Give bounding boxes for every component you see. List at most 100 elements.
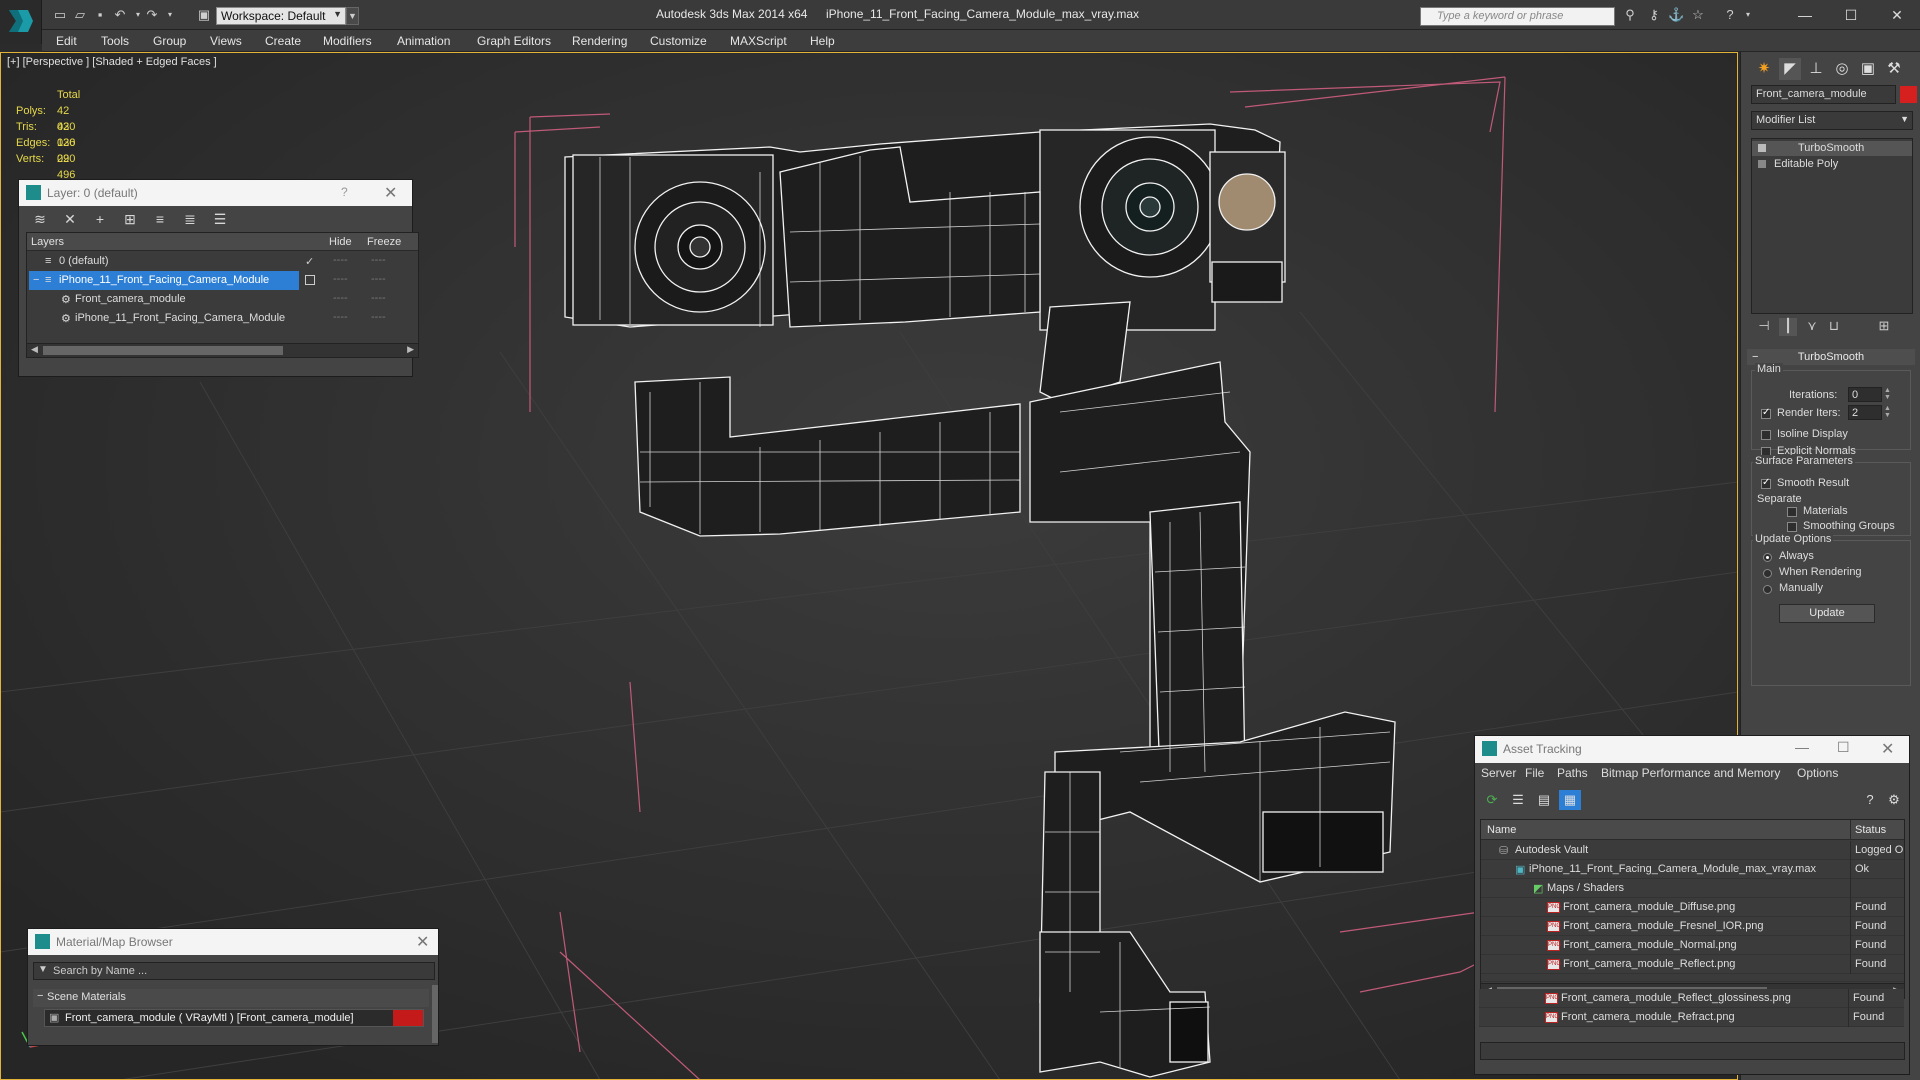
redo-dropdown-icon[interactable]: ▾ <box>162 7 178 23</box>
collapse-icon[interactable]: − <box>37 990 43 1002</box>
stack-item-turbosmooth[interactable]: TurboSmooth <box>1752 141 1912 156</box>
asset-row-texture[interactable]: PNG Front_camera_module_Refract.png Foun… <box>1479 1008 1904 1027</box>
at-menu-file[interactable]: File <box>1525 766 1544 780</box>
render-iters-spinner[interactable]: 2 <box>1848 405 1882 420</box>
menu-rendering[interactable]: Rendering <box>572 34 627 48</box>
viewport-label[interactable]: [+] [Perspective ] [Shaded + Edged Faces… <box>7 56 217 68</box>
column-freeze[interactable]: Freeze <box>367 236 401 248</box>
asset-row-texture-clipped[interactable] <box>1481 974 1904 982</box>
binoculars-icon[interactable]: ⚲ <box>1622 7 1638 23</box>
at-menu-server[interactable]: Server <box>1481 766 1516 780</box>
open-file-icon[interactable]: ▱ <box>72 7 88 23</box>
scroll-right-icon[interactable]: ▶ <box>407 344 414 355</box>
vertical-scrollbar[interactable] <box>432 985 438 1043</box>
column-separator[interactable] <box>1850 820 1851 840</box>
asset-row-texture[interactable]: PNG Front_camera_module_Reflect.png Foun… <box>1481 955 1904 974</box>
menu-modifiers[interactable]: Modifiers <box>323 34 372 48</box>
favorites-star-icon[interactable]: ☆ <box>1690 7 1706 23</box>
asset-row-maps-shaders[interactable]: ◩ Maps / Shaders <box>1481 879 1904 898</box>
material-search-input[interactable]: ▼ Search by Name ... <box>33 962 435 980</box>
menu-customize[interactable]: Customize <box>650 34 707 48</box>
menu-views[interactable]: Views <box>210 34 242 48</box>
smoothing-groups-checkbox[interactable] <box>1787 522 1797 532</box>
at-menu-paths[interactable]: Paths <box>1557 766 1588 780</box>
render-iters-checkbox[interactable] <box>1761 407 1771 419</box>
list-view-icon[interactable]: ☰ <box>1507 790 1529 810</box>
utilities-tab-icon[interactable]: ⚒ <box>1883 58 1905 80</box>
configure-sets-icon[interactable]: ⊞ <box>1875 318 1893 336</box>
delete-layer-icon[interactable]: ✕ <box>61 210 79 228</box>
isoline-display-checkbox[interactable] <box>1761 430 1771 440</box>
project-folder-icon[interactable]: ▣ <box>196 7 212 23</box>
menu-edit[interactable]: Edit <box>56 34 77 48</box>
modifier-list-dropdown[interactable]: Modifier List ▼ <box>1751 111 1913 130</box>
maximize-icon[interactable]: ☐ <box>1837 739 1850 756</box>
menu-help[interactable]: Help <box>810 34 835 48</box>
layer-object-row[interactable]: ⚙ Front_camera_module ---- ---- <box>27 290 418 309</box>
object-name-field[interactable]: Front_camera_module <box>1751 85 1896 104</box>
display-tab-icon[interactable]: ▣ <box>1857 58 1879 80</box>
close-icon[interactable]: ✕ <box>1882 4 1912 26</box>
freeze-toggle[interactable]: ---- <box>371 292 386 304</box>
asset-row-texture[interactable]: PNG Front_camera_module_Diffuse.png Foun… <box>1481 898 1904 917</box>
settings-icon[interactable]: ⚙ <box>1883 790 1905 810</box>
update-button[interactable]: Update <box>1779 604 1875 623</box>
remove-modifier-icon[interactable]: ⊔ <box>1825 318 1843 336</box>
menu-tools[interactable]: Tools <box>101 34 129 48</box>
expand-icon[interactable] <box>1758 160 1766 168</box>
new-file-icon[interactable]: ▭ <box>52 7 68 23</box>
scrollbar-thumb[interactable] <box>43 346 283 355</box>
freeze-toggle[interactable]: ---- <box>371 311 386 323</box>
smooth-result-checkbox[interactable] <box>1761 477 1771 489</box>
scene-materials-section[interactable]: − Scene Materials <box>33 989 429 1007</box>
column-name[interactable]: Name <box>1487 824 1516 836</box>
column-status[interactable]: Status <box>1855 824 1886 836</box>
scroll-left-icon[interactable]: ◀ <box>31 344 38 355</box>
motion-tab-icon[interactable]: ◎ <box>1831 58 1853 80</box>
layer-row-camera-module[interactable]: − ≡ iPhone_11_Front_Facing_Camera_Module… <box>27 271 418 290</box>
hierarchy-tab-icon[interactable]: ⊥ <box>1805 58 1827 80</box>
grid-view-icon[interactable]: ▦ <box>1559 790 1581 810</box>
close-icon[interactable]: ✕ <box>384 183 397 203</box>
help-icon[interactable]: ? <box>341 185 348 199</box>
save-file-icon[interactable]: ▪ <box>92 7 108 23</box>
set-active-layer-box[interactable] <box>305 275 315 285</box>
add-to-layer-icon[interactable]: + <box>91 210 109 228</box>
subscription-icon[interactable]: ⚷ <box>1646 7 1662 23</box>
asset-row-max-file[interactable]: ▣ iPhone_11_Front_Facing_Camera_Module_m… <box>1481 860 1904 879</box>
create-tab-icon[interactable]: ✷ <box>1753 58 1775 80</box>
minimize-icon[interactable]: — <box>1790 4 1820 26</box>
object-color-swatch[interactable] <box>1900 86 1917 103</box>
freeze-all-layers-icon[interactable]: ☰ <box>211 210 229 228</box>
freeze-toggle[interactable]: ---- <box>371 254 386 266</box>
spinner-arrows-icon[interactable]: ▲ ▼ <box>1884 387 1892 402</box>
search-input[interactable]: Type a keyword or phrase <box>1420 7 1615 26</box>
materials-checkbox[interactable] <box>1787 507 1797 517</box>
highlight-layer-icon[interactable]: ≡ <box>151 210 169 228</box>
hide-all-layers-icon[interactable]: ≣ <box>181 210 199 228</box>
horizontal-scrollbar[interactable]: ◀ ▶ <box>27 343 418 357</box>
show-end-result-icon[interactable]: ┃ <box>1779 318 1797 336</box>
close-icon[interactable]: ✕ <box>1881 739 1894 759</box>
menu-animation[interactable]: Animation <box>397 34 450 48</box>
at-menu-options[interactable]: Options <box>1797 766 1838 780</box>
make-unique-icon[interactable]: ⋎ <box>1803 318 1821 336</box>
refresh-icon[interactable]: ⟳ <box>1481 790 1503 810</box>
create-layer-icon[interactable]: ≋ <box>31 210 49 228</box>
asset-row-texture[interactable]: PNG Front_camera_module_Reflect_glossine… <box>1479 989 1904 1008</box>
when-rendering-radio[interactable] <box>1763 569 1772 578</box>
menu-graph-editors[interactable]: Graph Editors <box>477 34 551 48</box>
modify-tab-icon[interactable]: ◤ <box>1779 58 1801 80</box>
asset-row-texture[interactable]: PNG Front_camera_module_Normal.png Found <box>1481 936 1904 955</box>
filter-dropdown-icon[interactable]: ▼ <box>38 964 48 975</box>
menu-maxscript[interactable]: MAXScript <box>730 34 787 48</box>
help-icon[interactable]: ? <box>1859 790 1881 810</box>
select-in-layer-icon[interactable]: ⊞ <box>121 210 139 228</box>
help-icon[interactable]: ? <box>1722 7 1738 23</box>
asset-row-vault[interactable]: ⛁ Autodesk Vault Logged O <box>1481 841 1904 860</box>
stack-item-editable-poly[interactable]: Editable Poly <box>1752 157 1912 172</box>
pin-stack-icon[interactable]: ⊣ <box>1755 318 1773 336</box>
redo-icon[interactable]: ↷ <box>144 7 160 23</box>
column-layers[interactable]: Layers <box>31 236 64 248</box>
iterations-spinner[interactable]: 0 <box>1848 387 1882 402</box>
